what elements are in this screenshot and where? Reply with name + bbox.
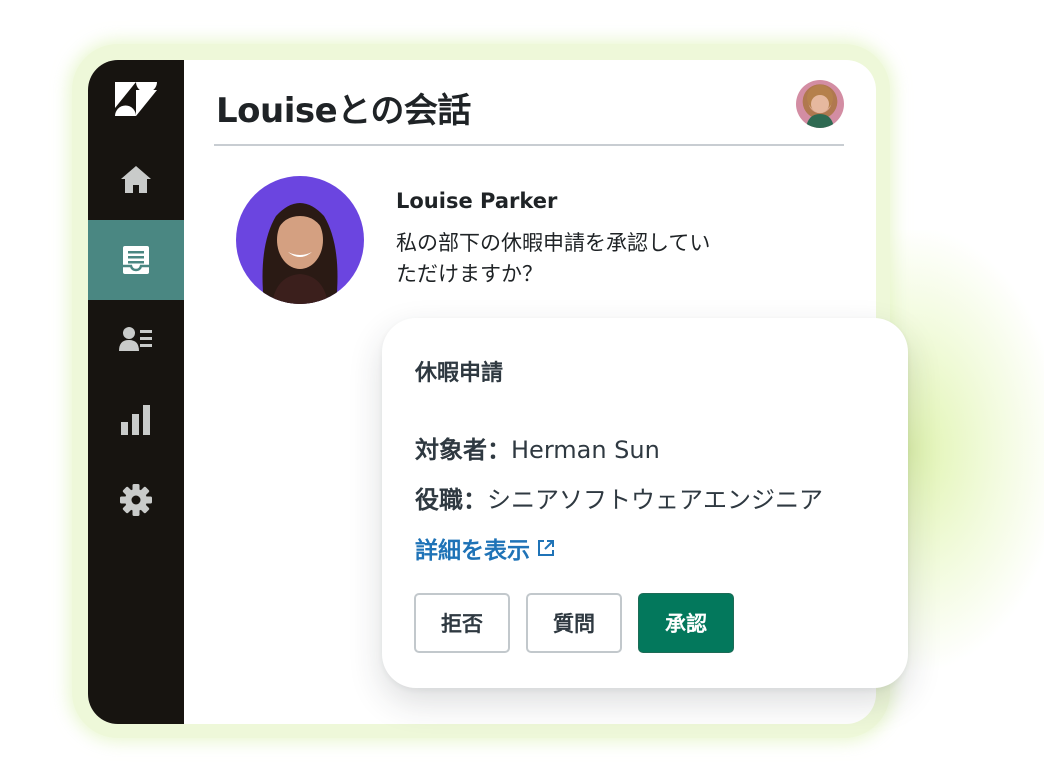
view-details-label: 詳細を表示 (415, 538, 530, 564)
approve-button[interactable]: 承認 (638, 593, 734, 653)
external-link-icon (538, 540, 554, 556)
title-divider (214, 144, 844, 146)
leave-request-card: 休暇申請 対象者：Herman Sun 役職：シニアソフトウェアエンジニア 詳細… (382, 318, 908, 688)
avatar[interactable] (796, 80, 844, 128)
target-label: 対象者： (415, 436, 511, 464)
role-value: シニアソフトウェアエンジニア (487, 486, 823, 514)
role-field: 役職：シニアソフトウェアエンジニア (415, 480, 823, 515)
card-title: 休暇申請 (415, 361, 504, 386)
sidebar-item-inbox[interactable] (88, 220, 184, 300)
question-button[interactable]: 質問 (526, 593, 622, 653)
sidebar-item-home[interactable] (88, 140, 184, 220)
bar-chart-icon (121, 405, 150, 435)
reject-button[interactable]: 拒否 (414, 593, 510, 653)
gear-icon (120, 484, 152, 516)
view-details-link[interactable]: 詳細を表示 (415, 531, 556, 565)
sidebar-item-contacts[interactable] (88, 300, 184, 380)
sidebar (88, 60, 184, 724)
target-value: Herman Sun (511, 436, 660, 464)
contacts-icon (119, 327, 152, 351)
sender-name: Louise Parker (396, 189, 558, 213)
role-label: 役職： (415, 486, 487, 514)
inbox-icon (123, 246, 149, 274)
message-line: 私の部下の休暇申請を承認してい (396, 231, 711, 255)
page-title: Louiseとの会話 (216, 91, 471, 131)
sender-avatar (236, 176, 364, 304)
sidebar-item-settings[interactable] (88, 460, 184, 540)
zendesk-logo-icon[interactable] (115, 82, 157, 116)
message-line: ただけますか？ (396, 262, 543, 286)
home-icon (121, 166, 151, 193)
message-text: 私の部下の休暇申請を承認してい ただけますか？ (396, 228, 776, 290)
target-field: 対象者：Herman Sun (415, 430, 660, 465)
sidebar-item-reports[interactable] (88, 380, 184, 460)
